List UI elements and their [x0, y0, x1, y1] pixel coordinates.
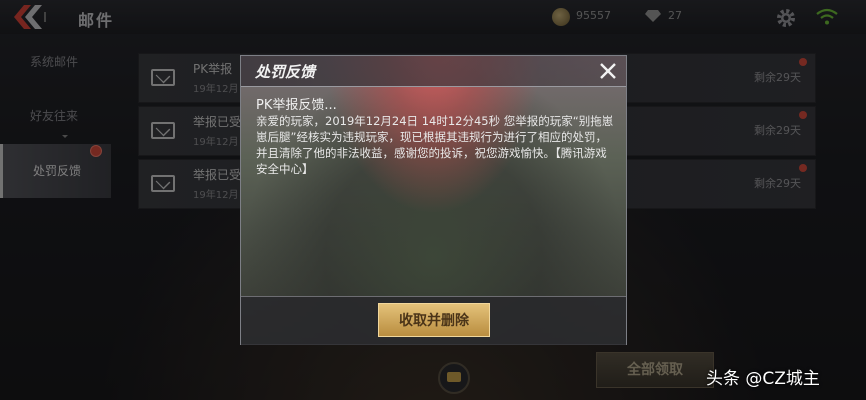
- collect-and-delete-button[interactable]: 收取并删除: [378, 303, 490, 337]
- close-icon[interactable]: [597, 60, 619, 82]
- penalty-feedback-dialog: 处罚反馈 PK举报反馈... 亲爱的玩家，2019年12月24日 14时12分4…: [240, 55, 627, 345]
- dialog-header: 处罚反馈: [241, 56, 626, 87]
- dialog-subject: PK举报反馈...: [256, 98, 337, 113]
- dialog-title: 处罚反馈: [255, 63, 316, 81]
- watermark: 头条 @CZ城主: [706, 369, 820, 389]
- dialog-footer: 收取并删除: [241, 296, 626, 345]
- dialog-message: 亲爱的玩家，2019年12月24日 14时12分45秒 您举报的玩家“别拖崽崽后…: [256, 114, 614, 176]
